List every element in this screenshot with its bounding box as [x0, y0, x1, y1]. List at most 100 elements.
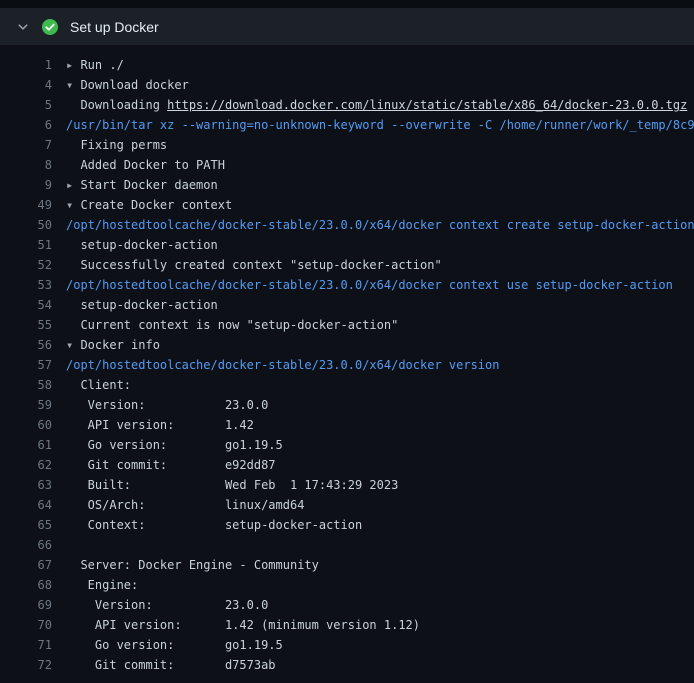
log-text: Go version: go1.19.5	[66, 638, 283, 652]
log-line-content: Version: 23.0.0	[66, 395, 268, 415]
log-line-content: setup-docker-action	[66, 295, 218, 315]
log-text: Context: setup-docker-action	[66, 518, 362, 532]
log-text: setup-docker-action	[66, 238, 218, 252]
line-number[interactable]: 51	[0, 235, 52, 255]
chevron-down-icon[interactable]	[16, 21, 30, 33]
log-line-content: ▸ Run ./	[66, 55, 124, 75]
log-line: 55 Current context is now "setup-docker-…	[0, 315, 694, 335]
log-text: Downloading	[66, 98, 167, 112]
line-number[interactable]: 64	[0, 495, 52, 515]
line-number[interactable]: 68	[0, 575, 52, 595]
line-number[interactable]: 66	[0, 535, 52, 555]
log-line-content: Context: setup-docker-action	[66, 515, 362, 535]
log-line[interactable]: 4▾ Download docker	[0, 75, 694, 95]
log-text: OS/Arch: linux/amd64	[66, 498, 304, 512]
line-number[interactable]: 55	[0, 315, 52, 335]
line-number[interactable]: 4	[0, 75, 52, 95]
log-line-content: ▾ Create Docker context	[66, 195, 232, 215]
log-line[interactable]: 56 ▾ Docker info	[0, 335, 694, 355]
log-line-content: Go version: go1.19.5	[66, 435, 283, 455]
log-line: 7 Fixing perms	[0, 135, 694, 155]
log-text: API version: 1.42	[66, 418, 254, 432]
page-background-strip	[0, 0, 694, 8]
line-number[interactable]: 52	[0, 255, 52, 275]
log-line-content: Downloading https://download.docker.com/…	[66, 95, 687, 115]
log-text: Git commit: d7573ab	[66, 658, 276, 672]
line-number[interactable]: 57	[0, 355, 52, 375]
log-text: API version: 1.42 (minimum version 1.12)	[66, 618, 420, 632]
log-line: 63 Built: Wed Feb 1 17:43:29 2023	[0, 475, 694, 495]
line-number[interactable]: 6	[0, 115, 52, 135]
log-line-content: Server: Docker Engine - Community	[66, 555, 319, 575]
line-number[interactable]: 56	[0, 335, 52, 355]
line-number[interactable]: 58	[0, 375, 52, 395]
line-number[interactable]: 7	[0, 135, 52, 155]
line-number[interactable]: 9	[0, 175, 52, 195]
log-text: Current context is now "setup-docker-act…	[66, 318, 398, 332]
line-number[interactable]: 61	[0, 435, 52, 455]
line-number[interactable]: 60	[0, 415, 52, 435]
log-line: 52 Successfully created context "setup-d…	[0, 255, 694, 275]
log-text: Client:	[66, 378, 131, 392]
log-line: 64 OS/Arch: linux/amd64	[0, 495, 694, 515]
line-number[interactable]: 63	[0, 475, 52, 495]
log-line-content: Built: Wed Feb 1 17:43:29 2023	[66, 475, 398, 495]
log-text: setup-docker-action	[66, 298, 218, 312]
line-number[interactable]: 72	[0, 655, 52, 675]
log-line-content: Version: 23.0.0	[66, 595, 268, 615]
log-line-content: API version: 1.42 (minimum version 1.12)	[66, 615, 420, 635]
log-line-content: Git commit: d7573ab	[66, 655, 276, 675]
log-line: 58 Client:	[0, 375, 694, 395]
group-label: Create Docker context	[73, 198, 232, 212]
log-text: Built: Wed Feb 1 17:43:29 2023	[66, 478, 398, 492]
line-number[interactable]: 62	[0, 455, 52, 475]
log-line: 71 Go version: go1.19.5	[0, 635, 694, 655]
group-label: Run ./	[73, 58, 124, 72]
line-number[interactable]: 71	[0, 635, 52, 655]
line-number[interactable]: 5	[0, 95, 52, 115]
log-line-content: OS/Arch: linux/amd64	[66, 495, 304, 515]
line-number[interactable]: 54	[0, 295, 52, 315]
line-number[interactable]: 67	[0, 555, 52, 575]
log-line-content: Engine:	[66, 575, 138, 595]
log-line[interactable]: 1 ▸ Run ./	[0, 55, 694, 75]
log-line[interactable]: 9▸ Start Docker daemon	[0, 175, 694, 195]
line-number[interactable]: 53	[0, 275, 52, 295]
line-number[interactable]: 49	[0, 195, 52, 215]
log-line: 51 setup-docker-action	[0, 235, 694, 255]
log-text: Git commit: e92dd87	[66, 458, 276, 472]
log-line-content: Git commit: e92dd87	[66, 455, 276, 475]
log-line: 8 Added Docker to PATH	[0, 155, 694, 175]
line-number[interactable]: 50	[0, 215, 52, 235]
line-number[interactable]: 1	[0, 55, 52, 75]
line-number[interactable]: 69	[0, 595, 52, 615]
log-line[interactable]: 49 ▾ Create Docker context	[0, 195, 694, 215]
line-number[interactable]: 70	[0, 615, 52, 635]
log-line-content: Successfully created context "setup-dock…	[66, 255, 442, 275]
log-link[interactable]: https://download.docker.com/linux/static…	[167, 98, 687, 112]
log-line-content: ▾ Docker info	[66, 335, 160, 355]
log-line: 62 Git commit: e92dd87	[0, 455, 694, 475]
log-line: 66	[0, 535, 694, 555]
log-text: Version: 23.0.0	[66, 398, 268, 412]
log-line: 50/opt/hostedtoolcache/docker-stable/23.…	[0, 215, 694, 235]
group-label: Docker info	[73, 338, 160, 352]
success-check-icon	[42, 19, 58, 35]
log-text: Version: 23.0.0	[66, 598, 268, 612]
line-number[interactable]: 59	[0, 395, 52, 415]
log-line: 69 Version: 23.0.0	[0, 595, 694, 615]
line-number[interactable]: 65	[0, 515, 52, 535]
line-number[interactable]: 8	[0, 155, 52, 175]
log-line: 65 Context: setup-docker-action	[0, 515, 694, 535]
log-text: Server: Docker Engine - Community	[66, 558, 319, 572]
log-line: 57/opt/hostedtoolcache/docker-stable/23.…	[0, 355, 694, 375]
step-header[interactable]: Set up Docker	[0, 8, 694, 45]
group-label: Download docker	[73, 78, 189, 92]
log-line-content: Current context is now "setup-docker-act…	[66, 315, 398, 335]
log-line-content: setup-docker-action	[66, 235, 218, 255]
log-line: 53/opt/hostedtoolcache/docker-stable/23.…	[0, 275, 694, 295]
log-text: Added Docker to PATH	[66, 158, 225, 172]
command-text: /opt/hostedtoolcache/docker-stable/23.0.…	[66, 358, 499, 372]
log-line-content: Go version: go1.19.5	[66, 635, 283, 655]
log-line-content: Fixing perms	[66, 135, 167, 155]
